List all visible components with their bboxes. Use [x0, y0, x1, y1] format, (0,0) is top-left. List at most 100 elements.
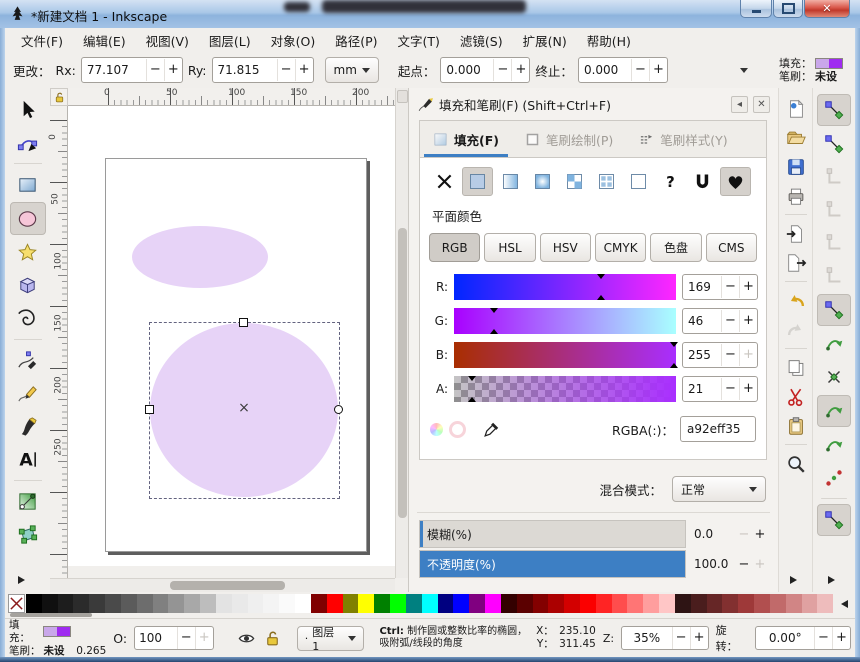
palette-swatch[interactable]	[707, 594, 723, 613]
palette-swatch[interactable]	[596, 594, 612, 613]
palette-scroll-left-button[interactable]	[837, 596, 852, 611]
slider-plus-button[interactable]: +	[739, 310, 757, 332]
color-slider[interactable]	[454, 308, 676, 334]
palette-swatch[interactable]	[263, 594, 279, 613]
palette-swatch[interactable]	[232, 594, 248, 613]
node-tool[interactable]	[11, 127, 45, 158]
pattern-button[interactable]	[560, 168, 589, 195]
ry-minus-button[interactable]: −	[277, 59, 295, 81]
snap-nodes-button[interactable]	[817, 294, 851, 326]
slider-value[interactable]: 46	[683, 314, 721, 328]
menu-item[interactable]: 滤镜(S)	[450, 27, 513, 54]
snap-bbox-edges-button[interactable]	[818, 162, 850, 192]
palette-swatch[interactable]	[453, 594, 469, 613]
menu-item[interactable]: 编辑(E)	[73, 27, 136, 54]
menu-item[interactable]: 对象(O)	[261, 27, 326, 54]
duplicate-button[interactable]	[783, 355, 809, 380]
slider-marker[interactable]	[490, 308, 498, 313]
zoom-value[interactable]: 35%	[622, 631, 672, 645]
slider-minus-button[interactable]: −	[721, 276, 739, 298]
commands-separator[interactable]	[785, 348, 807, 349]
slider-marker[interactable]	[468, 397, 476, 402]
palette-swatch[interactable]	[675, 594, 691, 613]
palette-swatch[interactable]	[627, 594, 643, 613]
cut-button[interactable]	[783, 384, 809, 409]
arc-end-value[interactable]: 0.000	[579, 63, 631, 77]
horizontal-ruler[interactable]: 050100150200	[68, 88, 395, 106]
slider-plus-button[interactable]: +	[739, 344, 757, 366]
palette-swatch[interactable]	[73, 594, 89, 613]
snap-paths-button[interactable]	[818, 329, 850, 359]
menu-item[interactable]: 帮助(H)	[577, 27, 641, 54]
slider-marker[interactable]	[597, 295, 605, 300]
zoom-plus-button[interactable]: +	[690, 627, 708, 649]
slider-minus-button[interactable]: −	[721, 310, 739, 332]
minimize-button[interactable]	[740, 0, 772, 18]
palette-swatch[interactable]	[422, 594, 438, 613]
new-document-button[interactable]	[783, 96, 809, 121]
rx-minus-button[interactable]: −	[146, 59, 164, 81]
snap-others-button[interactable]	[817, 504, 851, 536]
toolbar-overflow-icon[interactable]	[740, 68, 748, 73]
object-opacity-value[interactable]: 100	[135, 631, 177, 645]
import-button[interactable]	[783, 221, 809, 246]
help-button[interactable]	[656, 168, 685, 195]
slider-plus-button[interactable]: +	[739, 276, 757, 298]
palette-swatch[interactable]	[184, 594, 200, 613]
opacity-plus-button[interactable]: +	[752, 557, 768, 572]
snap-smooth-nodes-button[interactable]	[818, 430, 850, 460]
vertical-scrollbar-thumb[interactable]	[398, 228, 407, 518]
menu-item[interactable]: 路径(P)	[325, 27, 387, 54]
toolbox-separator[interactable]	[14, 480, 42, 481]
palette-swatch[interactable]	[390, 594, 406, 613]
rx-value[interactable]: 77.107	[82, 63, 146, 77]
menu-item[interactable]: 文字(T)	[388, 27, 450, 54]
selection-handle-left[interactable]	[145, 405, 154, 414]
palette-swatch[interactable]	[501, 594, 517, 613]
ruler-lock[interactable]	[50, 88, 68, 106]
drawing-canvas[interactable]: ×	[68, 106, 395, 566]
stroke-width-value[interactable]: 0.265	[76, 645, 106, 657]
palette-swatch[interactable]	[200, 594, 216, 613]
palette-swatch[interactable]	[311, 594, 327, 613]
palette-swatch[interactable]	[26, 594, 42, 613]
slider-value[interactable]: 255	[683, 348, 721, 362]
menu-item[interactable]: 视图(V)	[136, 27, 199, 54]
title-bar[interactable]: *新建文档 1 - Inkscape ✕	[0, 0, 860, 29]
snap-bbox-edge-midpoints-button[interactable]	[818, 228, 850, 258]
blur-plus-button[interactable]: +	[752, 527, 768, 542]
spiral-tool[interactable]	[11, 303, 45, 334]
calligraphy-tool[interactable]	[11, 411, 45, 442]
palette-swatch[interactable]	[722, 594, 738, 613]
swatch-button[interactable]	[592, 168, 621, 195]
redo-button[interactable]	[783, 317, 809, 342]
palette-swatch[interactable]	[248, 594, 264, 613]
snap-separator[interactable]	[821, 498, 847, 499]
palette-swatch[interactable]	[374, 594, 390, 613]
statusbar-fill-stroke-indicator[interactable]: 填充： 笔刷： 未设	[9, 619, 71, 658]
rgba-input[interactable]: a92eff35	[680, 416, 756, 442]
star-tool[interactable]	[11, 237, 45, 268]
ellipse-tool[interactable]	[10, 202, 46, 235]
gradient-tool[interactable]	[11, 486, 45, 517]
snap-toggle-button[interactable]	[817, 94, 851, 126]
mode-hsv[interactable]: HSV	[540, 233, 591, 262]
palette-swatch[interactable]	[343, 594, 359, 613]
save-button[interactable]	[783, 154, 809, 179]
slider-value[interactable]: 169	[683, 280, 721, 294]
commands-separator[interactable]	[785, 281, 807, 282]
toolbox-overflow-icon[interactable]	[18, 576, 25, 584]
radial-gradient-button[interactable]	[528, 168, 557, 195]
rx-plus-button[interactable]: +	[164, 59, 182, 81]
no-paint-button[interactable]	[430, 168, 459, 195]
snap-bbox-centers-button[interactable]	[818, 261, 850, 291]
snap-bbox-corners-button[interactable]	[818, 195, 850, 225]
mode-cmyk[interactable]: CMYK	[595, 233, 646, 262]
palette-swatch[interactable]	[691, 594, 707, 613]
palette-swatch[interactable]	[580, 594, 596, 613]
slider-minus-button[interactable]: −	[721, 344, 739, 366]
blur-minus-button[interactable]: −	[736, 527, 752, 542]
end-minus-button[interactable]: −	[631, 59, 649, 81]
selection-handle-top[interactable]	[239, 318, 248, 327]
slider-marker[interactable]	[670, 342, 678, 347]
